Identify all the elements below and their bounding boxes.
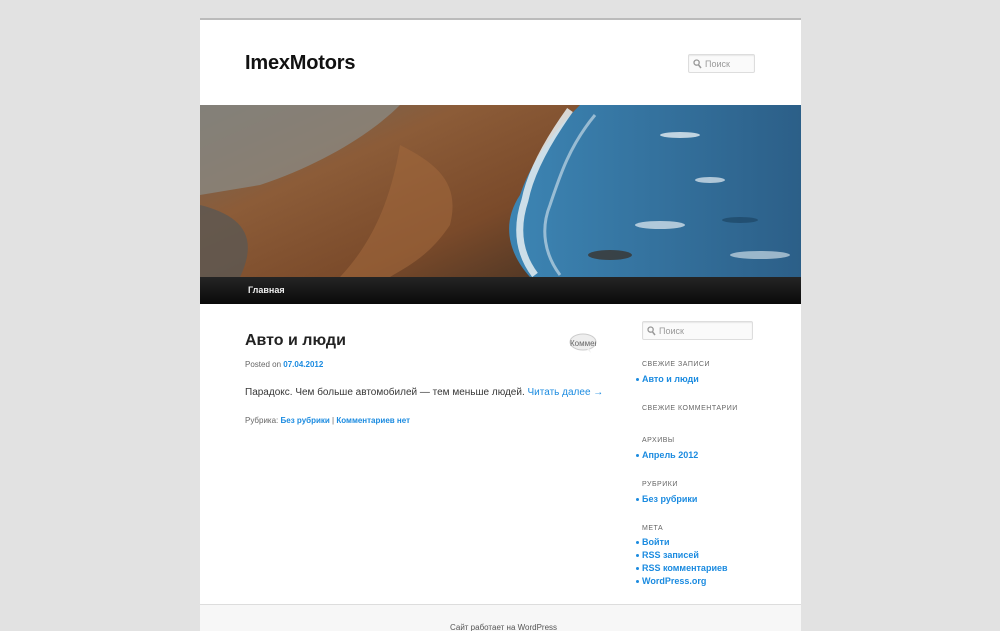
post-title[interactable]: Авто и люди xyxy=(245,332,346,350)
list-item[interactable]: Без рубрики xyxy=(635,494,697,507)
search-icon xyxy=(693,59,702,69)
site-title[interactable]: ImexMotors xyxy=(245,52,355,75)
recent-posts-list: Авто и люди xyxy=(636,374,699,387)
archives-list: Апрель 2012 xyxy=(635,450,698,463)
post-excerpt: Парадокс. Чем больше автомобилей — тем м… xyxy=(245,387,603,398)
header-search-placeholder: Поиск xyxy=(705,58,730,69)
widget-title-recent-posts: СВЕЖИЕ ЗАПИСИ xyxy=(642,361,710,368)
header-search-input[interactable]: Поиск xyxy=(688,54,755,73)
coastline-image xyxy=(200,105,801,277)
post-meta: Posted on 07.04.2012 xyxy=(245,360,323,369)
list-item[interactable]: RSS записей xyxy=(636,550,728,563)
site-footer: Сайт работает на WordPress xyxy=(200,604,801,631)
recent-post-link[interactable]: Авто и люди xyxy=(642,374,699,384)
comments-link[interactable]: Комментариев нет xyxy=(336,416,410,425)
page-container: ImexMotors Поиск Главная Авто и люди Ком… xyxy=(200,18,801,631)
meta-separator: | xyxy=(332,416,335,425)
meta-link-rss-comments[interactable]: RSS комментариев xyxy=(642,563,728,573)
meta-link-login[interactable]: Войти xyxy=(642,537,669,547)
archive-link[interactable]: Апрель 2012 xyxy=(642,450,698,460)
category-widget-link[interactable]: Без рубрики xyxy=(642,494,697,504)
search-icon xyxy=(647,326,656,336)
widget-title-meta: МЕТА xyxy=(642,525,664,532)
sidebar-search-placeholder: Поиск xyxy=(659,325,684,336)
list-item[interactable]: Войти xyxy=(636,537,728,550)
posted-on-label: Posted on xyxy=(245,360,282,369)
nav-item-home[interactable]: Главная xyxy=(248,285,285,295)
header-banner-image[interactable] xyxy=(200,105,801,277)
category-link[interactable]: Без рубрики xyxy=(281,416,330,425)
list-item[interactable]: WordPress.org xyxy=(636,576,728,589)
read-more-link[interactable]: Читать далее → xyxy=(528,387,604,398)
comments-bubble-label: Комментарии xyxy=(570,339,596,348)
comments-bubble[interactable]: Комментарии xyxy=(569,333,597,353)
post-excerpt-text: Парадокс. Чем больше автомобилей — тем м… xyxy=(245,387,525,398)
list-item[interactable]: Апрель 2012 xyxy=(635,450,698,463)
post-date-link[interactable]: 07.04.2012 xyxy=(283,360,323,369)
meta-link-wordpress[interactable]: WordPress.org xyxy=(642,576,706,586)
footer-credit[interactable]: Сайт работает на WordPress xyxy=(450,623,557,631)
categories-list: Без рубрики xyxy=(635,494,697,507)
widget-title-archives: АРХИВЫ xyxy=(642,437,675,444)
list-item[interactable]: Авто и люди xyxy=(636,374,699,387)
category-label: Рубрика: xyxy=(245,416,279,425)
post-footer-meta: Рубрика: Без рубрики | Комментариев нет xyxy=(245,416,410,425)
widget-title-recent-comments: СВЕЖИЕ КОММЕНТАРИИ xyxy=(642,405,738,412)
main-navigation: Главная xyxy=(200,277,801,304)
widget-title-categories: РУБРИКИ xyxy=(642,481,678,488)
meta-list: Войти RSS записей RSS комментариев WordP… xyxy=(636,537,728,589)
sidebar-search-input[interactable]: Поиск xyxy=(642,321,753,340)
list-item[interactable]: RSS комментариев xyxy=(636,563,728,576)
meta-link-rss-posts[interactable]: RSS записей xyxy=(642,550,699,560)
